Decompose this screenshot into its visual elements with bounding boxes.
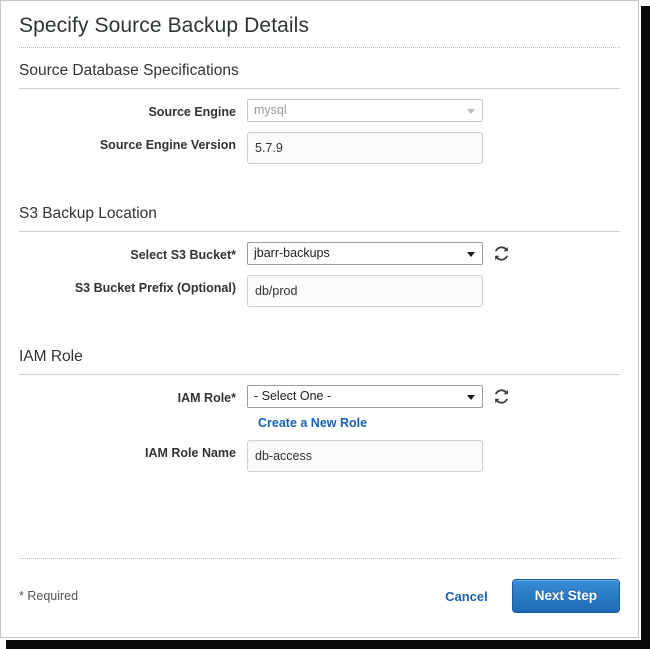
field-row-iam-role: IAM Role* - Select One -: [15, 385, 624, 408]
cancel-button[interactable]: Cancel: [445, 589, 488, 604]
iam-role-value: - Select One -: [254, 389, 331, 403]
refresh-icon[interactable]: [493, 245, 510, 262]
label-select-s3-bucket: Select S3 Bucket*: [15, 242, 247, 263]
s3-bucket-value: jbarr-backups: [254, 246, 330, 260]
footer-divider: [19, 558, 620, 559]
source-engine-version-input[interactable]: 5.7.9: [247, 132, 483, 164]
iam-role-select[interactable]: - Select One -: [247, 385, 483, 408]
label-iam-role-name: IAM Role Name: [15, 440, 247, 461]
title-divider: [19, 47, 620, 48]
section-divider-iam-role: [19, 374, 620, 375]
section-heading-source-db: Source Database Specifications: [15, 61, 624, 88]
refresh-icon[interactable]: [493, 388, 510, 405]
create-a-new-role-link[interactable]: Create a New Role: [247, 415, 367, 431]
section-heading-s3-backup: S3 Backup Location: [15, 204, 624, 231]
section-heading-iam-role: IAM Role: [15, 347, 624, 374]
create-new-role-row: Create a New Role: [15, 415, 624, 431]
label-iam-role: IAM Role*: [15, 385, 247, 406]
section-iam-role: IAM Role IAM Role* - Select One -: [15, 347, 624, 472]
chevron-down-icon: [467, 109, 475, 114]
iam-role-name-input[interactable]: db-access: [247, 440, 483, 472]
s3-bucket-prefix-input[interactable]: db/prod: [247, 275, 483, 307]
s3-bucket-select[interactable]: jbarr-backups: [247, 242, 483, 265]
source-engine-select[interactable]: mysql: [247, 99, 483, 122]
field-row-iam-role-name: IAM Role Name db-access: [15, 440, 624, 472]
section-source-database-specifications: Source Database Specifications Source En…: [15, 61, 624, 164]
field-row-source-engine-version: Source Engine Version 5.7.9: [15, 132, 624, 164]
label-s3-bucket-prefix: S3 Bucket Prefix (Optional): [15, 275, 247, 296]
section-divider-source-db: [19, 88, 620, 89]
section-s3-backup-location: S3 Backup Location Select S3 Bucket* jba…: [15, 204, 624, 307]
specify-source-backup-details-dialog: Specify Source Backup Details Source Dat…: [0, 0, 639, 638]
dialog-title: Specify Source Backup Details: [15, 1, 624, 47]
required-note: * Required: [19, 589, 445, 603]
section-divider-s3-backup: [19, 231, 620, 232]
dialog-shadow-bottom: [6, 640, 650, 649]
chevron-down-icon: [467, 395, 475, 400]
screenshot-root: Specify Source Backup Details Source Dat…: [0, 0, 650, 649]
field-row-s3-prefix: S3 Bucket Prefix (Optional) db/prod: [15, 275, 624, 307]
label-source-engine: Source Engine: [15, 99, 247, 120]
chevron-down-icon: [467, 252, 475, 257]
field-row-source-engine: Source Engine mysql: [15, 99, 624, 122]
source-engine-value: mysql: [254, 103, 287, 117]
link-spacer: [15, 415, 247, 431]
next-step-button[interactable]: Next Step: [512, 579, 620, 613]
label-source-engine-version: Source Engine Version: [15, 132, 247, 153]
field-row-s3-bucket: Select S3 Bucket* jbarr-backups: [15, 242, 624, 265]
dialog-footer: * Required Cancel Next Step: [15, 558, 624, 613]
dialog-shadow-right: [641, 6, 650, 649]
